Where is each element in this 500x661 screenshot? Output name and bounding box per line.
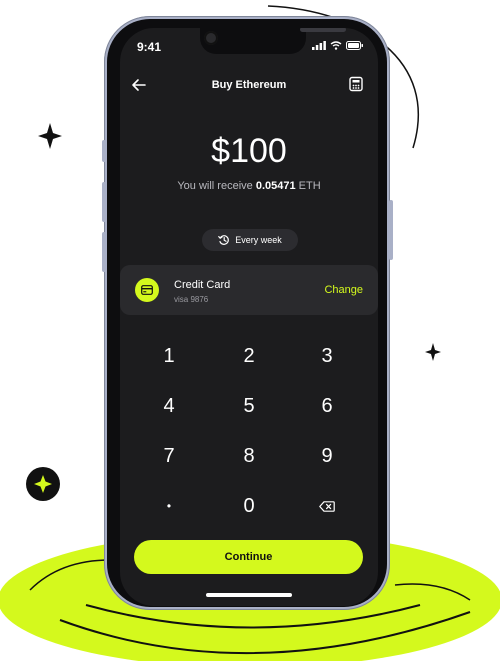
key-backspace[interactable] (287, 486, 367, 526)
sparkle-icon-small (425, 343, 441, 361)
change-payment-button[interactable]: Change (324, 284, 363, 296)
phone-volume-up (102, 182, 106, 222)
key-0[interactable]: 0 (209, 486, 289, 526)
key-9[interactable]: 9 (287, 436, 367, 476)
sparkle-icon (38, 123, 62, 149)
key-8[interactable]: 8 (209, 436, 289, 476)
wifi-icon (330, 41, 342, 50)
battery-icon (346, 41, 363, 50)
app-screen: 9:41 Buy Ethereum $100 You will receive (120, 28, 378, 606)
key-2[interactable]: 2 (209, 336, 289, 376)
receive-unit: ETH (298, 180, 321, 192)
payment-method-row: Credit Card visa 9876 Change (120, 265, 378, 315)
receive-prefix: You will receive (177, 180, 253, 192)
camera (204, 31, 218, 45)
phone-power-button (389, 200, 393, 260)
key-7[interactable]: 7 (129, 436, 209, 476)
speaker (300, 28, 346, 32)
status-icons (312, 41, 364, 50)
backspace-icon (319, 500, 335, 512)
calculator-icon[interactable] (348, 76, 364, 92)
receive-amount: 0.05471 (255, 180, 296, 192)
credit-card-icon (141, 285, 153, 295)
key-5[interactable]: 5 (209, 386, 289, 426)
continue-button[interactable]: Continue (134, 540, 363, 574)
status-time: 9:41 (137, 40, 162, 54)
payment-method-title: Credit Card (174, 279, 231, 291)
receive-summary: You will receive 0.05471 ETH (120, 180, 378, 192)
key-3[interactable]: 3 (287, 336, 367, 376)
key-4[interactable]: 4 (129, 386, 209, 426)
page-title: Buy Ethereum (211, 79, 287, 91)
purchase-amount: $100 (211, 132, 287, 170)
notch (200, 28, 346, 54)
signal-icon (312, 41, 326, 50)
frequency-label: Every week (235, 235, 282, 245)
key-6[interactable]: 6 (287, 386, 367, 426)
key-decimal[interactable]: • (129, 486, 209, 526)
payment-method-subtitle: visa 9876 (174, 295, 209, 304)
phone-side-button (102, 140, 106, 162)
credit-card-badge (135, 278, 159, 302)
frequency-selector[interactable]: Every week (202, 229, 298, 251)
recurring-clock-icon (218, 235, 230, 245)
phone-volume-down (102, 232, 106, 272)
key-1[interactable]: 1 (129, 336, 209, 376)
home-indicator (206, 593, 292, 597)
